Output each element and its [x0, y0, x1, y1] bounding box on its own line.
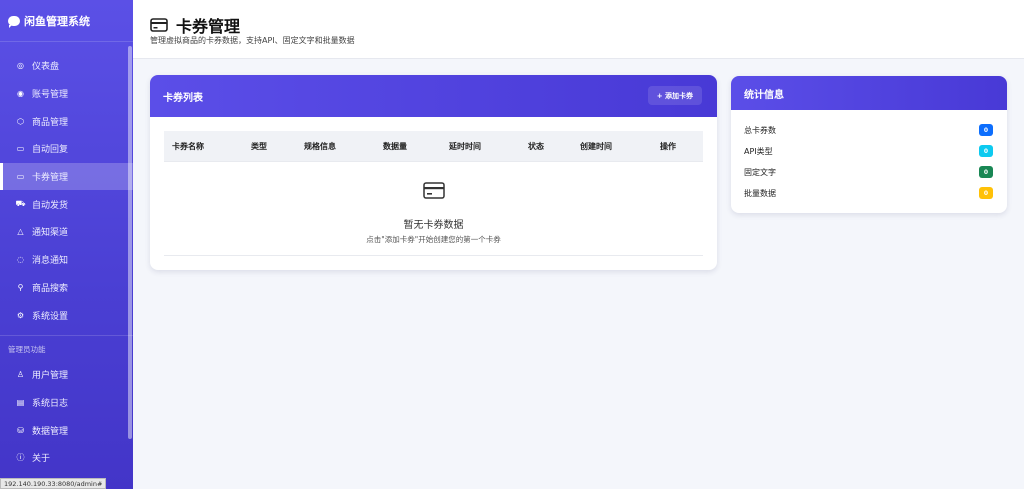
truck-icon: ⛟ — [15, 199, 26, 209]
sidebar-item-label: 商品管理 — [32, 117, 69, 128]
page-title: 卡券管理 — [150, 13, 240, 37]
col-header-type[interactable]: 类型 — [251, 141, 267, 152]
sidebar-item-auto-delivery[interactable]: ⛟ 自动发货 — [0, 190, 133, 218]
page-title-text: 卡券管理 — [176, 17, 241, 36]
sidebar-scrollbar[interactable] — [128, 46, 132, 439]
sidebar-item-label: 自动发货 — [32, 200, 69, 211]
stat-badge: 0 — [979, 145, 993, 157]
sidebar-item-label: 用户管理 — [32, 371, 69, 382]
page-subtitle: 管理虚拟商品的卡券数据，支持API、固定文字和批量数据 — [150, 36, 355, 45]
col-header-delay[interactable]: 延时时间 — [449, 141, 481, 152]
card-list-title: 卡券列表 — [163, 92, 203, 104]
brand-name: 闲鱼管理系统 — [24, 14, 90, 28]
sidebar-item-product-search[interactable]: ⚲ 商品搜索 — [0, 274, 133, 302]
sidebar-item-data[interactable]: ⛁ 数据管理 — [0, 416, 133, 444]
sidebar-item-label: 仪表盘 — [32, 62, 60, 73]
stat-row-total: 总卡券数 0 — [744, 123, 993, 137]
stat-row-fixed-text: 固定文字 0 — [744, 165, 993, 179]
info-icon: ⓘ — [16, 453, 25, 463]
sidebar-item-label: 通知渠道 — [32, 228, 69, 239]
sidebar-item-products[interactable]: ⬡ 商品管理 — [0, 107, 133, 135]
col-header-name[interactable]: 卡券名称 — [172, 141, 204, 152]
sidebar-item-dashboard[interactable]: ◎ 仪表盘 — [0, 52, 133, 80]
col-header-created[interactable]: 创建时间 — [580, 141, 612, 152]
sidebar-item-auto-reply[interactable]: ▭ 自动回复 — [0, 135, 133, 163]
sidebar-item-label: 关于 — [32, 454, 51, 465]
col-header-status[interactable]: 状态 — [528, 141, 544, 152]
sidebar-item-accounts[interactable]: ◉ 账号管理 — [0, 80, 133, 108]
log-icon: ▤ — [16, 397, 25, 407]
sidebar-item-about[interactable]: ⓘ 关于 — [0, 444, 133, 472]
card-icon — [423, 182, 445, 199]
admin-section-label: 管理员功能 — [0, 334, 133, 361]
bell-icon: △ — [17, 227, 24, 237]
stat-row-batch: 批量数据 0 — [744, 186, 993, 200]
chat-icon: ▭ — [16, 144, 25, 154]
col-header-actions[interactable]: 操作 — [660, 141, 676, 152]
add-card-button[interactable]: + 添加卡券 — [647, 86, 702, 105]
sidebar-item-label: 数据管理 — [32, 426, 69, 437]
stat-badge: 0 — [979, 124, 993, 136]
stat-row-api: API类型 0 — [744, 144, 993, 158]
gear-icon: ⚙ — [16, 310, 25, 320]
sidebar-item-logs[interactable]: ▤ 系统日志 — [0, 389, 133, 417]
database-icon: ⛁ — [17, 425, 24, 435]
stat-badge: 0 — [979, 166, 993, 178]
dashboard-icon: ◎ — [17, 61, 24, 71]
empty-title: 暂无卡券数据 — [403, 220, 464, 231]
stat-badge: 0 — [979, 187, 993, 199]
sidebar-menu: ◎ 仪表盘 ◉ 账号管理 ⬡ 商品管理 ▭ 自动回复 ▭ 卡券管理 ⛟ 自动发货 △ 通知渠道… — [0, 42, 133, 472]
box-icon: ⬡ — [17, 116, 24, 126]
stat-label: API类型 — [744, 146, 773, 156]
sidebar-item-settings[interactable]: ⚙ 系统设置 — [0, 301, 133, 329]
sidebar-item-label: 系统日志 — [32, 398, 69, 409]
empty-state: 暂无卡券数据 点击"添加卡券"开始创建您的第一个卡券 — [164, 161, 703, 256]
col-header-quantity[interactable]: 数据量 — [383, 141, 407, 152]
card-list-panel: 卡券列表 + 添加卡券 卡券名称 类型 规格信息 数据量 延时时间 状态 创建时… — [150, 75, 717, 270]
users-icon: ♙ — [16, 370, 25, 380]
sidebar-item-label: 账号管理 — [32, 90, 69, 101]
brand[interactable]: 闲鱼管理系统 — [0, 0, 133, 42]
sidebar-item-label: 卡券管理 — [32, 173, 69, 184]
card-icon: ▭ — [16, 172, 25, 182]
stats-header: 统计信息 — [731, 76, 1007, 110]
card-list-header: 卡券列表 + 添加卡券 — [150, 75, 717, 117]
empty-hint: 点击"添加卡券"开始创建您的第一个卡券 — [366, 235, 501, 244]
sidebar-item-label: 消息通知 — [32, 256, 69, 267]
table-header: 卡券名称 类型 规格信息 数据量 延时时间 状态 创建时间 操作 — [164, 131, 703, 161]
stat-label: 总卡券数 — [744, 125, 776, 135]
search-icon: ⚲ — [17, 282, 24, 292]
chat-bubble-icon — [8, 15, 20, 28]
sidebar-item-users[interactable]: ♙ 用户管理 — [0, 361, 133, 389]
stat-label: 固定文字 — [744, 167, 776, 177]
card-icon — [150, 18, 168, 32]
sidebar-item-label: 商品搜索 — [32, 283, 69, 294]
col-header-spec[interactable]: 规格信息 — [304, 141, 336, 152]
sidebar: 闲鱼管理系统 ◎ 仪表盘 ◉ 账号管理 ⬡ 商品管理 ▭ 自动回复 ▭ 卡券管理 ⛟ 自动发… — [0, 0, 133, 489]
user-circle-icon: ◉ — [17, 89, 24, 99]
stat-label: 批量数据 — [744, 188, 776, 198]
page-header: 卡券管理 管理虚拟商品的卡券数据，支持API、固定文字和批量数据 — [133, 0, 1024, 59]
stats-title: 统计信息 — [744, 89, 784, 101]
sidebar-item-cards[interactable]: ▭ 卡券管理 — [0, 162, 133, 191]
status-url: 192.140.190.33:8080/admin# — [0, 478, 107, 489]
message-icon: ◌ — [17, 255, 24, 265]
sidebar-item-messages[interactable]: ◌ 消息通知 — [0, 246, 133, 274]
stats-panel: 统计信息 总卡券数 0 API类型 0 固定文字 0 批量数据 0 — [731, 76, 1007, 213]
sidebar-item-label: 自动回复 — [32, 145, 69, 156]
sidebar-item-label: 系统设置 — [32, 311, 69, 322]
sidebar-item-notify-channels[interactable]: △ 通知渠道 — [0, 218, 133, 246]
